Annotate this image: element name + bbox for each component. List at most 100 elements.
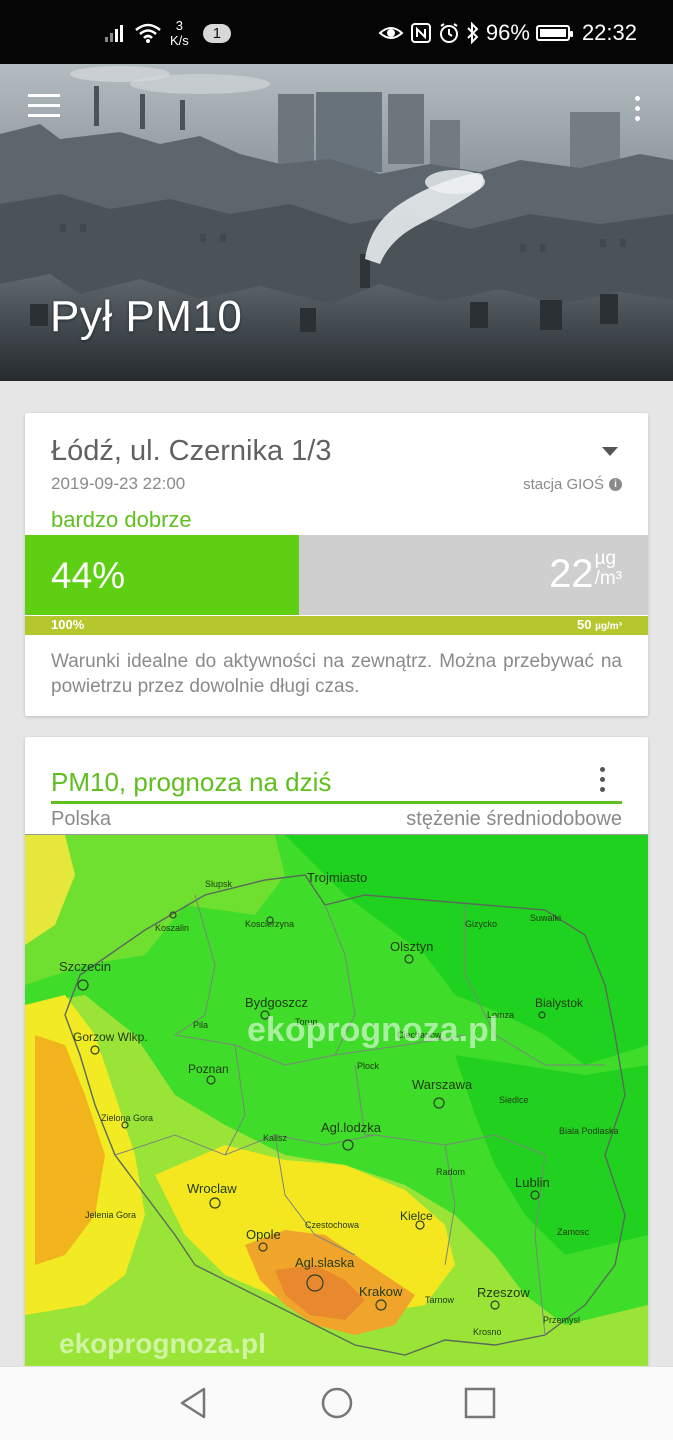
- unit-top: µg: [594, 548, 617, 569]
- unit-bottom: /m³: [594, 568, 622, 589]
- map-label-gizycko: Gizycko: [465, 919, 497, 929]
- battery-icon: [535, 25, 573, 41]
- back-icon: [180, 1387, 206, 1419]
- nfc-icon: [410, 23, 431, 43]
- menu-icon: [28, 94, 60, 97]
- battery-percent: 96%: [485, 20, 530, 45]
- notification-count-badge: 1: [202, 23, 232, 43]
- quality-label: bardzo dobrze: [51, 507, 192, 532]
- menu-button[interactable]: [28, 94, 60, 120]
- menu-icon-bar: [28, 114, 60, 117]
- network-speed-value: 3: [175, 18, 184, 33]
- forecast-region: Polska: [51, 808, 112, 830]
- map-label-rzeszow: Rzeszow: [477, 1285, 530, 1300]
- map-label-kalisz: Kalisz: [263, 1133, 288, 1143]
- map-label-koscierzyna: Koscierzyna: [245, 919, 294, 929]
- map-label-tarnow: Tarnow: [425, 1295, 455, 1305]
- map-label-warszawa: Warszawa: [412, 1077, 473, 1092]
- page-title: Pył PM10: [50, 292, 243, 341]
- map-label-pila: Pila: [193, 1020, 208, 1030]
- status-bar-left: 3 K/s 1: [104, 18, 232, 48]
- status-time: 22:32: [581, 20, 637, 45]
- forecast-title: PM10, prognoza na dziś: [51, 767, 332, 797]
- map-label-siedlce: Siedlce: [499, 1095, 529, 1105]
- more-vert-dot: [600, 787, 605, 792]
- more-vert-icon: [600, 767, 605, 772]
- map-label-bydgoszcz: Bydgoszcz: [245, 995, 308, 1010]
- forecast-more-button[interactable]: [598, 767, 608, 797]
- home-icon: [321, 1387, 353, 1419]
- concentration-value: 22 µg /m³: [549, 549, 622, 599]
- scale-left-label: 100%: [51, 617, 85, 632]
- location-title[interactable]: Łódź, ul. Czernika 1/3: [51, 435, 331, 468]
- recent-apps-button[interactable]: [460, 1385, 500, 1421]
- network-speed: 3 K/s: [170, 18, 189, 48]
- system-navigation-bar: [0, 1366, 673, 1440]
- back-button[interactable]: [174, 1385, 214, 1421]
- norm-scale: 100% 50 µg/m³: [25, 616, 648, 635]
- recent-apps-icon: [464, 1387, 496, 1419]
- eye-icon: [378, 27, 404, 39]
- more-vert-dot: [635, 106, 640, 111]
- map-label-lublin: Lublin: [515, 1175, 550, 1190]
- location-dropdown-button[interactable]: [594, 433, 634, 469]
- measurement-card: Łódź, ul. Czernika 1/3 2019-09-23 22:00 …: [25, 413, 648, 716]
- map-label-wroclaw: Wroclaw: [187, 1181, 237, 1196]
- status-bar-right: 96% 22:32: [378, 18, 637, 48]
- map-label-slupsk: Slupsk: [205, 879, 233, 889]
- pm10-map-image: Trojmiasto Slupsk Koscierzyna Koszalin G…: [25, 835, 648, 1378]
- alarm-icon: [439, 23, 458, 43]
- map-label-gorzow: Gorzow Wlkp.: [73, 1030, 148, 1044]
- more-vert-dot: [600, 777, 605, 782]
- percent-of-norm: 44%: [51, 555, 126, 596]
- map-label-szczecin: Szczecin: [59, 959, 111, 974]
- map-label-koszalin: Koszalin: [155, 923, 189, 933]
- home-button[interactable]: [317, 1385, 357, 1421]
- more-vert-dot: [635, 116, 640, 121]
- map-label-plock: Plock: [357, 1061, 380, 1071]
- signal-icon: [105, 25, 123, 42]
- forecast-type: stężenie średniodobowe: [406, 808, 622, 830]
- map-label-trojmiasto: Trojmiasto: [307, 870, 367, 885]
- map-label-opole: Opole: [246, 1227, 281, 1242]
- concentration-bar: 44% 22 µg /m³: [25, 535, 648, 615]
- concentration-number: 22: [549, 552, 594, 596]
- map-label-kielce: Kielce: [400, 1209, 433, 1223]
- forecast-title-underline: [51, 801, 622, 804]
- station-label: stacja GIOŚ: [523, 476, 604, 493]
- map-label-zielona-gora: Zielona Gora: [101, 1113, 153, 1123]
- status-bar: 3 K/s 1 96% 22:32: [0, 0, 673, 64]
- map-label-czestochowa: Czestochowa: [305, 1220, 359, 1230]
- station-info[interactable]: stacja GIOŚ i: [523, 476, 622, 493]
- map-label-przemysl: Przemysl: [543, 1315, 580, 1325]
- map-label-krakow: Krakow: [359, 1284, 403, 1299]
- map-label-biala-podlaska: Biala Podlaska: [559, 1126, 619, 1136]
- map-label-suwalki: Suwalki: [530, 913, 561, 923]
- scale-right-value: 50: [577, 617, 592, 632]
- map-watermark-top: ekoprognoza.pl: [247, 1011, 498, 1049]
- more-vert-button[interactable]: [631, 94, 643, 124]
- scale-right-label: 50 µg/m³: [577, 617, 622, 632]
- map-label-krosno: Krosno: [473, 1327, 502, 1337]
- map-label-olsztyn: Olsztyn: [390, 939, 433, 954]
- bluetooth-icon: [467, 22, 479, 44]
- map-label-poznan: Poznan: [188, 1062, 229, 1076]
- map-label-zamosc: Zamosc: [557, 1227, 590, 1237]
- network-speed-unit: K/s: [170, 33, 189, 48]
- map-label-bialystok: Bialystok: [535, 996, 584, 1010]
- forecast-card: PM10, prognoza na dziś Polska stężenie ś…: [25, 737, 648, 1378]
- menu-icon-bar: [28, 104, 60, 107]
- quality-description: Warunki idealne do aktywności na zewnątr…: [51, 651, 622, 697]
- map-label-jelenia-gora: Jelenia Gora: [85, 1210, 136, 1220]
- concentration-unit: µg /m³: [595, 549, 622, 589]
- dropdown-arrow-icon: [602, 447, 618, 456]
- measurement-datetime: 2019-09-23 22:00: [51, 474, 186, 493]
- map-label-slaska: Agl.slaska: [295, 1255, 355, 1270]
- more-vert-icon: [635, 96, 640, 101]
- header-banner: Pył PM10: [0, 64, 673, 381]
- info-icon: i: [609, 478, 622, 491]
- forecast-map[interactable]: Trojmiasto Slupsk Koscierzyna Koszalin G…: [25, 834, 648, 1378]
- map-watermark-bottom: ekoprognoza.pl: [59, 1328, 266, 1359]
- wifi-icon: [135, 23, 161, 43]
- scale-right-unit: µg/m³: [595, 621, 622, 632]
